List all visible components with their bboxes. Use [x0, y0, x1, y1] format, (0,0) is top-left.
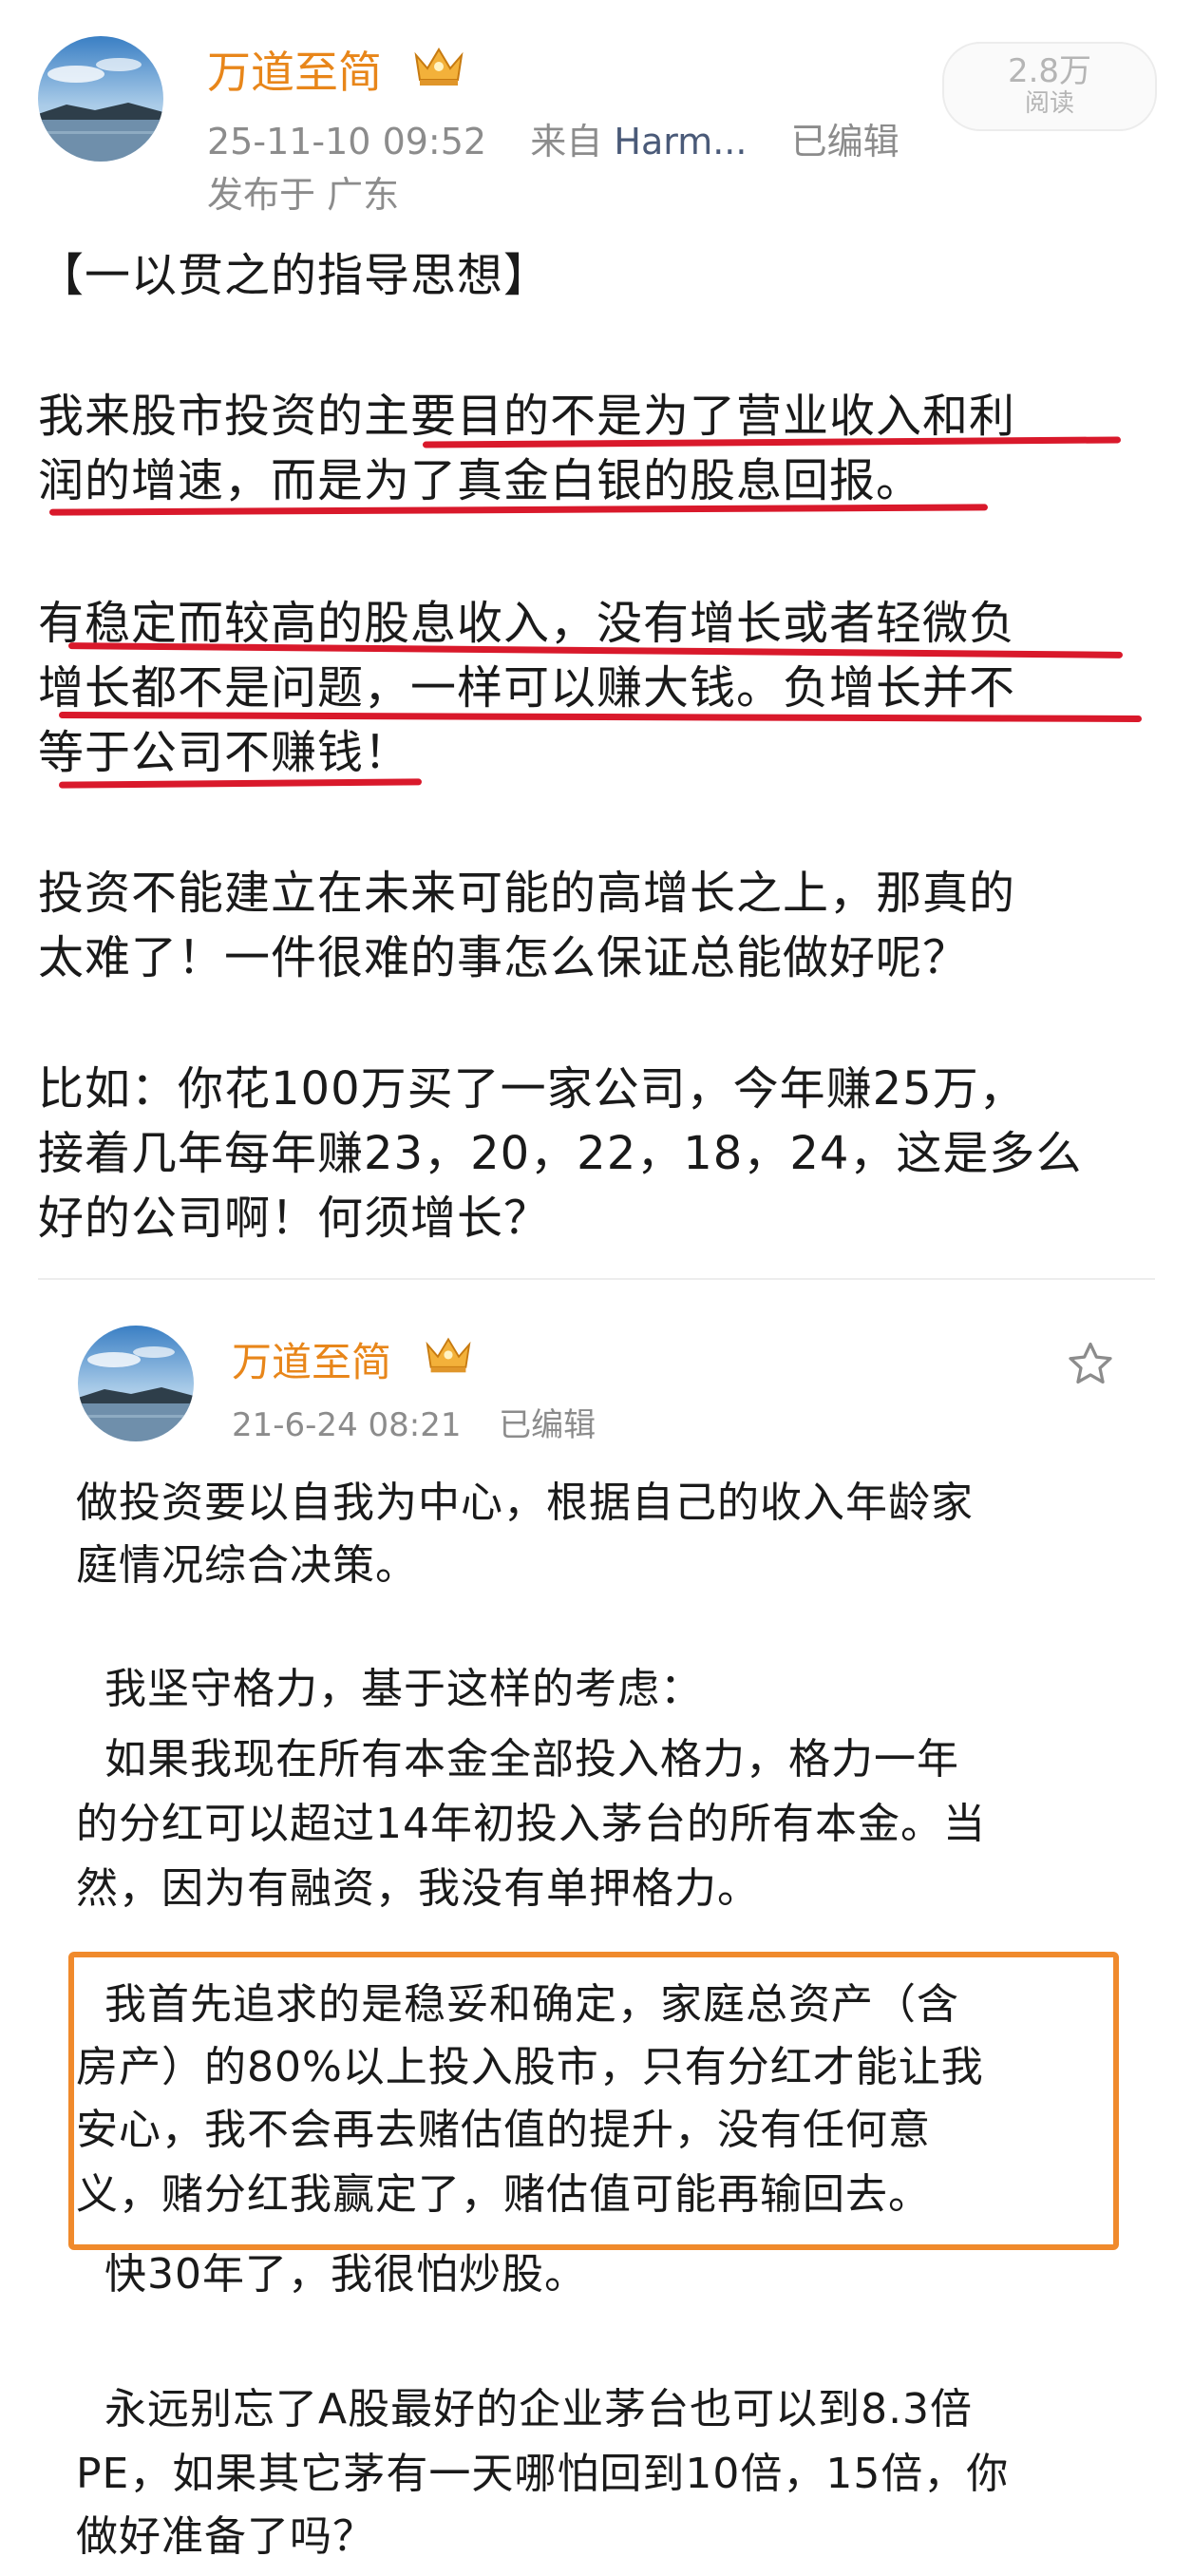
crown-badge-icon	[422, 1332, 475, 1376]
quoted-author-avatar[interactable]	[78, 1326, 194, 1441]
quoted-meta: 21-6-24 08:21 已编辑	[232, 1399, 596, 1445]
post-line: 我来股市投资的主要目的不是为了营业收入和利	[38, 390, 1016, 443]
post-line: 投资不能建立在未来可能的高增长之上，那真的	[38, 867, 1016, 920]
quoted-line: 然，因为有融资，我没有单押格力。	[76, 1864, 760, 1913]
post-line: 接着几年每年赚23，20，22，18，24，这是多么	[38, 1127, 1083, 1180]
quoted-post-card[interactable]	[38, 1278, 1155, 2576]
post-line: 等于公司不赚钱！	[38, 726, 411, 779]
quoted-timestamp: 21-6-24 08:21	[232, 1406, 462, 1444]
quoted-line: 我坚守格力，基于这样的考虑：	[76, 1665, 703, 1713]
quoted-line: 做投资要以自我为中心，根据自己的收入年龄家	[76, 1479, 974, 1527]
quoted-line: 房产）的80%以上投入股市，只有分红才能让我	[76, 2043, 984, 2091]
post-meta: 25-11-10 09:52 来自 Harm... 已编辑	[207, 112, 899, 164]
quoted-line: 庭情况综合决策。	[76, 1541, 418, 1590]
quoted-line: PE，如果其它茅有一天哪怕回到10倍，15倍，你	[76, 2450, 1010, 2498]
quoted-line: 做好准备了吗？	[76, 2512, 375, 2561]
post-line: 增长都不是问题，一样可以赚大钱。负增长并不	[38, 661, 1016, 715]
read-label: 阅读	[1024, 89, 1074, 118]
read-count-badge: 2.8万 阅读	[942, 42, 1157, 131]
quoted-line: 如果我现在所有本金全部投入格力，格力一年	[76, 1735, 959, 1784]
post-line: 润的增速，而是为了真金白银的股息回报。	[38, 454, 923, 507]
quoted-line: 永远别忘了A股最好的企业茅台也可以到8.3倍	[76, 2385, 974, 2433]
source-prefix: 来自	[530, 121, 603, 162]
crown-badge-icon	[410, 42, 467, 89]
author-name[interactable]: 万道至简	[207, 38, 382, 101]
source-link[interactable]: Harm...	[614, 121, 747, 162]
post-location: 发布于 广东	[207, 174, 400, 216]
post-timestamp: 25-11-10 09:52	[207, 121, 487, 162]
quoted-line: 义，赌分红我赢定了，赌估值可能再输回去。	[76, 2170, 931, 2219]
quoted-edited-label[interactable]: 已编辑	[499, 1406, 596, 1444]
quoted-line: 我首先追求的是稳妥和确定，家庭总资产（含	[76, 1980, 959, 2029]
quoted-line: 的分红可以超过14年初投入茅台的所有本金。当	[76, 1800, 986, 1848]
quoted-line: 安心，我不会再去赌估值的提升，没有任何意	[76, 2106, 931, 2154]
quoted-author-name[interactable]: 万道至简	[232, 1330, 391, 1388]
post-heading: 【一以贯之的指导思想】	[38, 249, 551, 302]
author-avatar[interactable]	[38, 36, 163, 162]
edited-label[interactable]: 已编辑	[791, 121, 899, 162]
read-count: 2.8万	[1007, 52, 1092, 90]
favorite-star-icon[interactable]	[1064, 1338, 1117, 1391]
post-line: 好的公司啊！何须增长？	[38, 1192, 551, 1245]
post-line: 比如：你花100万买了一家公司，今年赚25万，	[38, 1062, 1026, 1116]
post-line: 太难了！一件很难的事怎么保证总能做好呢？	[38, 931, 970, 984]
quoted-line: 快30年了，我很怕炒股。	[76, 2250, 587, 2299]
